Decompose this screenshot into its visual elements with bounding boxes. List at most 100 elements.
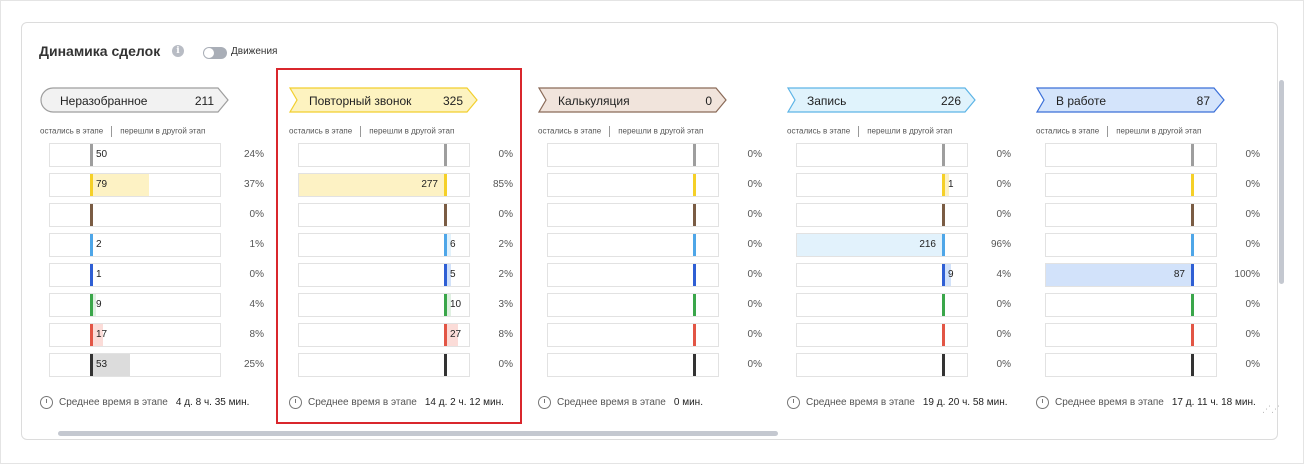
average-time-label: Среднее время в этапе [806, 397, 915, 409]
stage-color-mark [693, 354, 696, 376]
transition-row[interactable] [547, 203, 719, 227]
stage-header-arrow[interactable]: В работе 87 [1036, 87, 1226, 113]
highlight-frame [276, 68, 522, 424]
drag-handle-icon: ⋰⋰ [1262, 404, 1280, 414]
stage-header-arrow[interactable]: Неразобранное 211 [40, 87, 230, 113]
percent-value: 0% [747, 329, 762, 340]
stayed-count: 79 [96, 179, 108, 190]
stage-subheader: остались в этапе перешли в другой этап [40, 126, 205, 137]
average-time: Среднее время в этапе 0 мин. [538, 396, 703, 409]
stage-header-arrow[interactable]: Запись 226 [787, 87, 977, 113]
stage-count: 0 [705, 94, 712, 108]
average-time: Среднее время в этапе 17 д. 11 ч. 18 мин. [1036, 396, 1256, 409]
transition-row[interactable] [49, 203, 221, 227]
transition-row[interactable]: 1 [49, 263, 221, 287]
stage-color-mark [1191, 144, 1194, 166]
stage-count: 211 [194, 94, 214, 108]
stage-color-mark [90, 354, 93, 376]
transition-row[interactable] [796, 353, 968, 377]
transition-row[interactable] [796, 143, 968, 167]
stage-name: В работе [1056, 94, 1107, 108]
stayed-label: остались в этапе [1036, 126, 1100, 136]
transition-row[interactable] [796, 203, 968, 227]
transition-row[interactable]: 87 [1045, 263, 1217, 287]
stage-column: Неразобранное 211 остались в этапе перешли … [40, 0, 280, 464]
transition-row[interactable]: 1 [796, 173, 968, 197]
transition-row[interactable] [547, 353, 719, 377]
transition-row[interactable] [547, 143, 719, 167]
transition-row[interactable] [547, 233, 719, 257]
horizontal-scrollbar[interactable] [58, 431, 778, 436]
transition-row[interactable]: 53 [49, 353, 221, 377]
stage-count: 226 [940, 94, 961, 108]
stopwatch-icon [538, 396, 551, 409]
transition-row[interactable]: 50 [49, 143, 221, 167]
transition-row[interactable] [1045, 173, 1217, 197]
stayed-count: 9 [96, 299, 102, 310]
stage-color-mark [90, 234, 93, 256]
percent-value: 0% [747, 239, 762, 250]
stage-color-mark [942, 264, 945, 286]
transition-row[interactable] [1045, 203, 1217, 227]
stayed-count: 50 [96, 149, 108, 160]
average-time: Среднее время в этапе 19 д. 20 ч. 58 мин. [787, 396, 1008, 409]
stage-subheader: остались в этапе перешли в другой этап [1036, 126, 1201, 137]
stage-column: Запись 226 остались в этапе перешли в друго… [787, 0, 1027, 464]
stage-color-mark [693, 204, 696, 226]
transition-row[interactable] [1045, 353, 1217, 377]
transition-row[interactable] [1045, 323, 1217, 347]
stage-color-mark [1191, 204, 1194, 226]
stage-header-arrow[interactable]: Калькуляция 0 [538, 87, 728, 113]
transition-row[interactable] [547, 173, 719, 197]
transition-row[interactable] [547, 263, 719, 287]
moved-label: перешли в другой этап [1116, 126, 1202, 136]
transition-row[interactable]: 9 [796, 263, 968, 287]
vertical-scrollbar[interactable] [1279, 80, 1284, 284]
subheader-divider [1107, 126, 1109, 137]
stage-name: Запись [807, 94, 847, 108]
stage-count: 87 [1196, 94, 1210, 108]
percent-value: 0% [747, 179, 762, 190]
percent-value: 0% [996, 359, 1011, 370]
transition-row[interactable] [547, 323, 719, 347]
transition-row[interactable]: 9 [49, 293, 221, 317]
percent-value: 1% [249, 239, 264, 250]
transition-row[interactable] [1045, 293, 1217, 317]
stage-color-mark [693, 234, 696, 256]
stayed-label: остались в этапе [538, 126, 602, 136]
transition-row[interactable] [547, 293, 719, 317]
stayed-bar [1046, 264, 1191, 286]
transition-row[interactable] [1045, 233, 1217, 257]
percent-value: 0% [747, 359, 762, 370]
stage-subheader: остались в этапе перешли в другой этап [787, 126, 952, 137]
transition-row[interactable]: 17 [49, 323, 221, 347]
transition-row[interactable] [1045, 143, 1217, 167]
stayed-count: 87 [1173, 269, 1185, 280]
transition-row[interactable]: 79 [49, 173, 221, 197]
transition-row[interactable] [796, 323, 968, 347]
percent-value: 37% [243, 179, 264, 190]
stage-color-mark [942, 204, 945, 226]
stage-column: В работе 87 остались в этапе перешли в друг… [1036, 0, 1276, 464]
average-time: Среднее время в этапе 4 д. 8 ч. 35 мин. [40, 396, 249, 409]
stage-color-mark [1191, 264, 1194, 286]
percent-value: 0% [249, 209, 264, 220]
stage-color-mark [1191, 174, 1194, 196]
average-time-value: 19 д. 20 ч. 58 мин. [922, 397, 1008, 409]
percent-value: 0% [996, 149, 1011, 160]
stage-color-mark [90, 294, 93, 316]
percent-value: 0% [996, 179, 1011, 190]
percent-value: 0% [747, 209, 762, 220]
stayed-label: остались в этапе [787, 126, 851, 136]
stage-color-mark [942, 174, 945, 196]
average-time-value: 4 д. 8 ч. 35 мин. [175, 397, 250, 409]
percent-value: 96% [990, 239, 1011, 250]
stopwatch-icon [1036, 396, 1049, 409]
stayed-count: 53 [96, 359, 108, 370]
stage-color-mark [942, 234, 945, 256]
percent-value: 0% [996, 209, 1011, 220]
transition-row[interactable]: 2 [49, 233, 221, 257]
transition-row[interactable]: 216 [796, 233, 968, 257]
transition-row[interactable] [796, 293, 968, 317]
stage-color-mark [942, 144, 945, 166]
